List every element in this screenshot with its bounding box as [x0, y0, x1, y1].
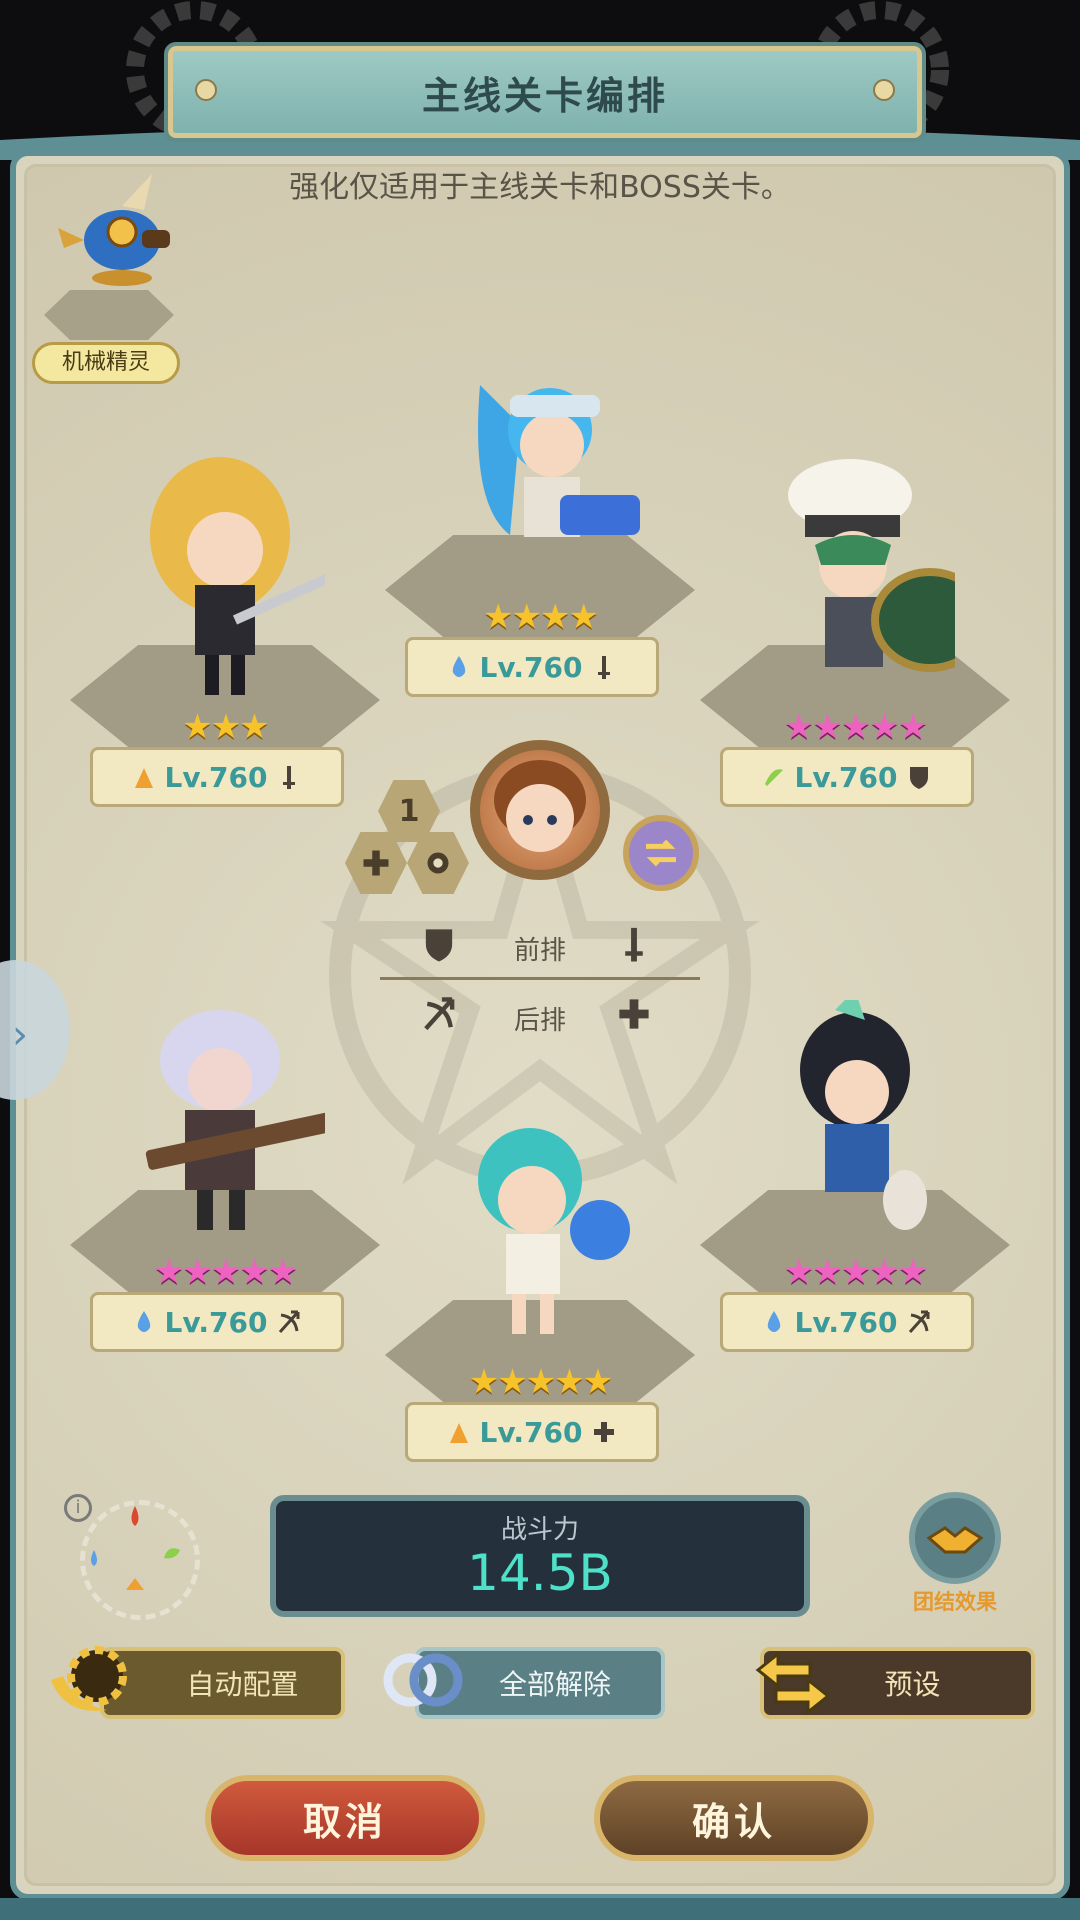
confirm-button[interactable]: 确认 — [594, 1775, 874, 1861]
water-element-icon — [137, 1311, 150, 1332]
hero-slot-back-right[interactable]: ★★★★★ Lv.760 — [700, 1000, 1010, 1360]
slot-count: 1 — [398, 793, 420, 829]
hero-sprite-silver-sniper — [145, 1010, 325, 1230]
hero-level-box: Lv.760 — [720, 747, 974, 807]
hero-slot-front-mid[interactable]: ★★★★ Lv.760 — [385, 345, 695, 705]
hero-level: Lv.760 — [479, 650, 583, 684]
bottom-frame — [0, 1898, 1080, 1920]
leader-hub: 1 — [345, 740, 705, 910]
hero-level-box: Lv.760 — [405, 1402, 659, 1462]
hero-level: Lv.760 — [164, 1305, 268, 1339]
hero-level: Lv.760 — [794, 1305, 898, 1339]
leader-face — [494, 760, 586, 852]
shield-role-icon — [910, 767, 929, 789]
swap-arrows-icon — [755, 1650, 831, 1716]
unity-effect-label: 团结效果 — [913, 1590, 997, 1614]
front-row-label: 前排 — [513, 936, 566, 966]
cancel-label: 取消 — [302, 1799, 387, 1844]
hero-level-box: Lv.760 — [405, 637, 659, 697]
hero-stars: ★★★★ — [483, 597, 599, 637]
hero-stars: ★★★★★ — [783, 1252, 928, 1292]
mechanical-spirit-slot[interactable]: 机械精灵 — [32, 170, 182, 385]
confirm-label: 确认 — [691, 1799, 776, 1844]
fire-element-icon — [134, 768, 153, 788]
hero-level-box: Lv.760 — [90, 1292, 344, 1352]
sword-row-icon — [625, 927, 643, 962]
rivet-left — [195, 79, 217, 101]
hero-sprite-blonde-lancer — [150, 457, 325, 695]
element-cycle-icons — [91, 1506, 180, 1590]
hero-sprite-dark-archer — [800, 1000, 927, 1230]
swap-leader-button[interactable] — [623, 815, 699, 891]
combat-power-value: 14.5B — [467, 1544, 613, 1602]
hero-slot-front-right[interactable]: ★★★★★ Lv.760 — [700, 455, 1010, 815]
clear-all-label: 全部解除 — [498, 1668, 611, 1701]
sword-role-icon — [283, 766, 296, 789]
hero-stars: ★★★★★ — [153, 1252, 298, 1292]
hero-stars: ★★★★★ — [468, 1362, 613, 1402]
handshake-icon — [909, 1492, 1001, 1584]
hero-slot-back-left[interactable]: ★★★★★ Lv.760 — [70, 1000, 380, 1360]
preset-label: 预设 — [884, 1668, 941, 1701]
title-banner: 主线关卡编排 — [168, 46, 922, 138]
combat-power-label: 战斗力 — [500, 1515, 579, 1545]
cancel-button[interactable]: 取消 — [205, 1775, 485, 1861]
hero-slot-back-mid[interactable]: ★★★★★ Lv.760 — [385, 1110, 695, 1470]
hero-level: Lv.760 — [794, 760, 898, 794]
eye-icon — [427, 852, 449, 874]
element-wheel[interactable] — [80, 1500, 200, 1620]
healer-row-icon — [619, 999, 649, 1029]
bow-role-icon — [909, 1310, 930, 1334]
hero-slot-front-left[interactable]: ★★★ Lv.760 — [70, 455, 380, 815]
bow-role-icon — [279, 1310, 300, 1334]
water-element-icon — [452, 656, 465, 677]
water-element-icon — [767, 1311, 780, 1332]
hero-sprite-chef-shield — [788, 459, 955, 672]
spirit-label: 机械精灵 — [32, 342, 180, 384]
plus-icon — [363, 850, 389, 876]
fire-element-icon — [449, 1423, 468, 1443]
hero-level-box: Lv.760 — [90, 747, 344, 807]
hero-sprite-blue-engineer — [478, 385, 640, 537]
hero-stars: ★★★★★ — [783, 707, 928, 747]
hero-level-box: Lv.760 — [720, 1292, 974, 1352]
hero-sprite-teal-healer — [478, 1128, 630, 1334]
chevron-right-icon: › — [12, 1012, 28, 1058]
swap-arrows-icon — [646, 839, 676, 867]
gear-icon — [51, 1646, 127, 1711]
auto-arrange-button[interactable]: 自动配置 — [100, 1647, 345, 1719]
auto-arrange-label: 自动配置 — [186, 1668, 299, 1701]
rivet-right — [873, 79, 895, 101]
hero-stars: ★★★ — [182, 707, 269, 747]
combat-power-panel: 战斗力 14.5B — [270, 1495, 810, 1617]
leader-portrait[interactable] — [470, 740, 610, 880]
row-divider — [380, 977, 700, 980]
unlink-icon — [383, 1653, 463, 1707]
back-row-label: 后排 — [513, 1006, 566, 1036]
page-title: 主线关卡编排 — [421, 73, 668, 118]
sword-role-icon — [598, 656, 611, 679]
mechanical-spirit-icon — [58, 174, 170, 286]
unity-effect-button[interactable]: 团结效果 — [905, 1492, 1005, 1614]
healer-role-icon — [594, 1422, 615, 1442]
hero-level: Lv.760 — [479, 1415, 583, 1449]
hero-level: Lv.760 — [164, 760, 268, 794]
wind-element-icon — [764, 769, 783, 786]
